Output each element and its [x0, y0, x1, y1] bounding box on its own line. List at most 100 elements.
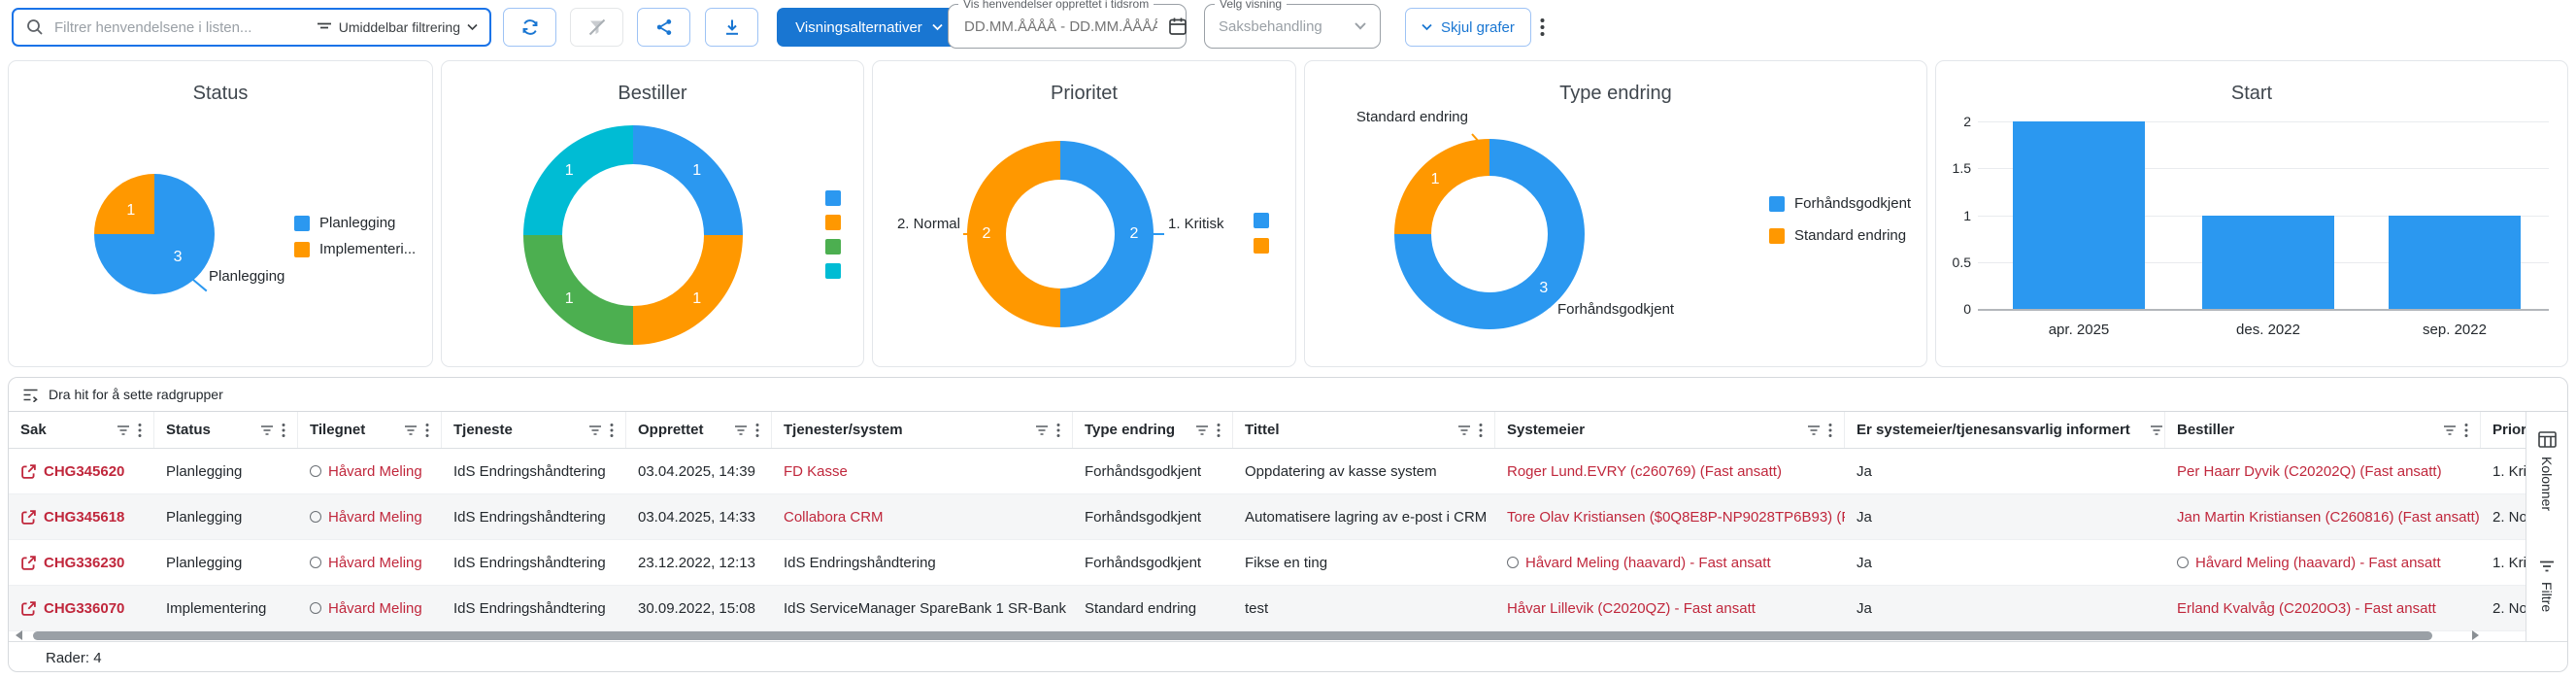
legend-item[interactable]: Planlegging	[294, 215, 395, 231]
bar-apr-2025[interactable]	[2013, 121, 2145, 309]
legend-item[interactable]	[825, 239, 841, 255]
column-menu-icon[interactable]	[1217, 423, 1221, 438]
column-menu-icon[interactable]	[282, 423, 285, 438]
assignee-link[interactable]: Håvard Meling	[328, 600, 422, 617]
scrollbar-track[interactable]	[29, 631, 2465, 640]
case-link[interactable]: CHG336230	[44, 555, 124, 571]
column-filter-icon[interactable]	[2443, 424, 2457, 436]
column-menu-icon[interactable]	[2464, 423, 2468, 438]
column-menu-icon[interactable]	[1828, 423, 1832, 438]
legend-item[interactable]	[825, 215, 841, 230]
external-link-icon[interactable]	[20, 600, 37, 617]
column-header-tittel[interactable]: Tittel	[1233, 412, 1495, 448]
legend-item[interactable]: Forhåndsgodkjent	[1769, 195, 1911, 212]
legend-item[interactable]	[1254, 238, 1269, 254]
column-header-tjeneste[interactable]: Tjeneste	[442, 412, 626, 448]
column-header-opprettet[interactable]: Opprettet	[626, 412, 772, 448]
column-header-bestiller[interactable]: Bestiller	[2165, 412, 2481, 448]
filter-lines-icon	[317, 21, 332, 34]
case-link[interactable]: CHG345618	[44, 509, 124, 526]
calendar-icon[interactable]	[1167, 16, 1188, 37]
assignee-link[interactable]: Håvard Meling	[328, 509, 422, 526]
column-filter-icon[interactable]	[1457, 424, 1471, 436]
column-menu-icon[interactable]	[1479, 423, 1483, 438]
assignee-link[interactable]: Håvard Meling	[328, 555, 422, 571]
systemeier-link[interactable]: Tore Olav Kristiansen ($0Q8E8P-NP9028TP6…	[1507, 509, 1845, 526]
column-filter-icon[interactable]	[2150, 424, 2163, 436]
column-menu-icon[interactable]	[138, 423, 142, 438]
view-options-button[interactable]: Visningsalternativer	[777, 8, 961, 47]
column-header-informert[interactable]: Er systemeier/tjenesansvarlig informert	[1845, 412, 2165, 448]
bestiller-link[interactable]: Jan Martin Kristiansen (C260816) (Fast a…	[2177, 509, 2480, 526]
column-menu-icon[interactable]	[755, 423, 759, 438]
tab-filters[interactable]: Filtre	[2526, 560, 2567, 612]
legend-item[interactable]	[825, 190, 841, 206]
instant-filter-dropdown[interactable]: Umiddelbar filtrering	[317, 19, 478, 35]
bestiller-link[interactable]: Erland Kvalvåg (C2020O3) - Fast ansatt	[2177, 600, 2436, 617]
external-link-icon[interactable]	[20, 463, 37, 480]
search-input-box[interactable]: Umiddelbar filtrering	[12, 8, 491, 47]
column-header-type[interactable]: Type endring	[1073, 412, 1233, 448]
column-header-status[interactable]: Status	[154, 412, 298, 448]
column-header-sak[interactable]: Sak	[9, 412, 154, 448]
bestiller-link[interactable]: Håvard Meling (haavard) - Fast ansatt	[2195, 555, 2441, 571]
bar-des-2022[interactable]	[2202, 216, 2334, 310]
share-button[interactable]	[637, 8, 690, 47]
column-header-systemeier[interactable]: Systemeier	[1495, 412, 1845, 448]
column-filter-icon[interactable]	[1807, 424, 1821, 436]
table-row[interactable]: CHG336230PlanleggingHåvard MelingIdS End…	[9, 540, 2526, 586]
column-menu-icon[interactable]	[1056, 423, 1060, 438]
column-menu-icon[interactable]	[425, 423, 429, 438]
row-group-dropzone[interactable]: Dra hit for å sette radgrupper	[9, 378, 2567, 412]
table-row[interactable]: CHG345618PlanleggingHåvard MelingIdS End…	[9, 494, 2526, 540]
legend-item[interactable]: Implementeri...	[294, 241, 416, 257]
column-filter-icon[interactable]	[404, 424, 418, 436]
slice-value-label: 1	[1431, 171, 1440, 188]
legend-item[interactable]	[1254, 213, 1269, 228]
scroll-right-arrow-icon[interactable]	[2472, 630, 2479, 640]
system-link[interactable]: Collabora CRM	[784, 509, 884, 526]
column-filter-icon[interactable]	[117, 424, 130, 436]
case-link[interactable]: CHG336070	[44, 600, 124, 617]
date-range-input[interactable]	[962, 17, 1159, 36]
table-row[interactable]: CHG336070ImplementeringHåvard MelingIdS …	[9, 586, 2526, 631]
column-menu-icon[interactable]	[610, 423, 614, 438]
column-filter-icon[interactable]	[260, 424, 274, 436]
scrollbar-thumb[interactable]	[33, 631, 2432, 640]
systemeier-link[interactable]: Roger Lund.EVRY (c260769) (Fast ansatt)	[1507, 463, 1782, 480]
bestiller-link[interactable]: Per Haarr Dyvik (C20202Q) (Fast ansatt)	[2177, 463, 2442, 480]
column-filter-icon[interactable]	[1035, 424, 1049, 436]
external-link-icon[interactable]	[20, 555, 37, 571]
column-header-system[interactable]: Tjenester/system	[772, 412, 1073, 448]
systemeier-link[interactable]: Håvard Meling (haavard) - Fast ansatt	[1525, 555, 1771, 571]
pie-chart[interactable]	[94, 174, 215, 294]
system-link[interactable]: IdS ServiceManager SpareBank 1 SR-Bank	[784, 600, 1066, 617]
column-header-tilegnet[interactable]: Tilegnet	[298, 412, 442, 448]
tab-columns[interactable]: Kolonner	[2526, 431, 2567, 511]
horizontal-scrollbar[interactable]	[9, 629, 2486, 641]
scroll-left-arrow-icon[interactable]	[16, 630, 22, 640]
system-link[interactable]: FD Kasse	[784, 463, 848, 480]
table-row[interactable]: CHG345620PlanleggingHåvard MelingIdS End…	[9, 449, 2526, 494]
column-filter-icon[interactable]	[588, 424, 602, 436]
bar-sep-2022[interactable]	[2389, 216, 2521, 310]
case-link[interactable]: CHG345620	[44, 463, 124, 480]
column-header-prioritet[interactable]: Prioritet	[2481, 412, 2526, 448]
external-link-icon[interactable]	[20, 509, 37, 526]
date-range-field[interactable]: Vis henvendelser opprettet i tidsrom	[948, 4, 1187, 49]
clear-filter-button[interactable]	[570, 8, 623, 47]
refresh-button[interactable]	[503, 8, 556, 47]
column-filter-icon[interactable]	[1195, 424, 1209, 436]
systemeier-link[interactable]: Håvar Lillevik (C2020QZ) - Fast ansatt	[1507, 600, 1756, 617]
view-select-field[interactable]: Velg visning Saksbehandling	[1204, 4, 1381, 49]
system-link[interactable]: IdS Endringshåndtering	[784, 555, 936, 571]
legend-item[interactable]	[825, 263, 841, 279]
download-button[interactable]	[705, 8, 758, 47]
assignee-link[interactable]: Håvard Meling	[328, 463, 422, 480]
column-filter-icon[interactable]	[734, 424, 748, 436]
hide-charts-button[interactable]: Skjul grafer	[1405, 8, 1531, 47]
toolbar-menu-icon[interactable]	[1540, 17, 1545, 42]
legend-item[interactable]: Standard endring	[1769, 227, 1906, 244]
search-input[interactable]	[52, 18, 309, 37]
cell-type: Forhåndsgodkjent	[1073, 494, 1233, 539]
